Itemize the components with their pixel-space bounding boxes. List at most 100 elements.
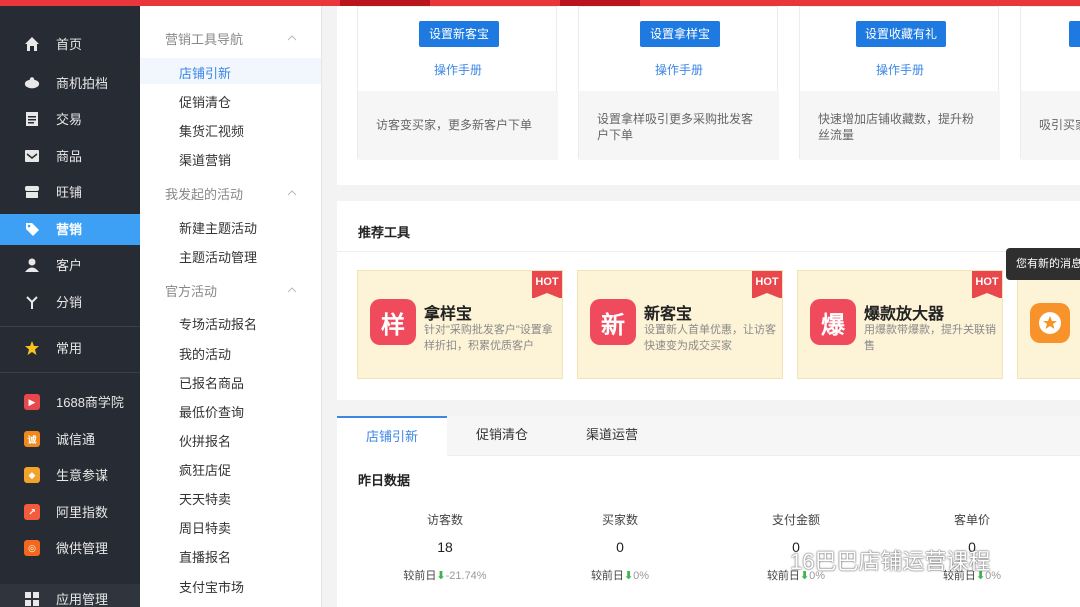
stat-payment: 支付金额 0 较前日⬇0%	[711, 511, 881, 582]
trend-icon: ↗	[24, 504, 40, 520]
submenu-link[interactable]: 支付宝市场	[179, 577, 244, 596]
submenu-link[interactable]: 主题活动管理	[179, 247, 257, 266]
sidebar-item-business-advisor[interactable]: ◆ 生意参谋	[0, 460, 140, 490]
submenu-group-title[interactable]: 营销工具导航	[165, 29, 243, 48]
tool-card: 设置收藏有礼 操作手册 快速增加店铺收藏数，提升粉丝流量	[799, 6, 1000, 160]
sidebar-item-app-management[interactable]: 应用管理	[0, 584, 140, 607]
sidebar-item-label: 旺铺	[56, 185, 83, 200]
sidebar-item-goods[interactable]: 商品	[0, 141, 140, 171]
tool-card: 吸引买家	[1020, 6, 1080, 160]
section-title: 推荐工具	[358, 225, 411, 240]
sidebar-item-label: 1688商学院	[56, 395, 124, 410]
wechat-icon	[761, 549, 789, 570]
baokuan-logo-icon: 爆	[810, 299, 856, 345]
chevron-up-icon[interactable]	[287, 33, 297, 43]
tab-shop-new[interactable]: 店铺引新	[337, 416, 447, 456]
clipboard-icon	[24, 111, 40, 127]
hot-badge: HOT	[752, 271, 782, 299]
card-desc: 用爆款带爆款，提升关联销售	[864, 324, 996, 352]
submenu-link[interactable]: 最低价查询	[179, 402, 244, 421]
sidebar-item-label: 商机拍档	[56, 76, 109, 91]
chevron-up-icon[interactable]	[287, 285, 297, 295]
sidebar-item-favorites[interactable]: 常用	[0, 333, 140, 363]
sidebar-item-trade[interactable]: 交易	[0, 104, 140, 134]
submenu-link[interactable]: 天天特卖	[179, 489, 231, 508]
sidebar-item-marketing[interactable]: 营销	[0, 214, 140, 245]
submenu-link[interactable]: 店铺引新	[179, 63, 231, 82]
tool-desc: 快速增加店铺收藏数，提升粉丝流量	[800, 91, 1000, 160]
submenu-link[interactable]: 周日特卖	[179, 518, 231, 537]
set-xinkebao-button[interactable]: 设置新客宝	[419, 21, 499, 47]
submenu-link[interactable]: 直播报名	[179, 547, 231, 566]
sidebar-item-label: 诚信通	[56, 432, 96, 447]
star-icon	[24, 340, 40, 356]
weigong-icon: ◎	[24, 540, 40, 556]
sidebar-item-label: 分销	[56, 295, 83, 310]
submenu-link[interactable]: 集货汇视频	[179, 121, 244, 140]
sidebar-item-ali-index[interactable]: ↗ 阿里指数	[0, 497, 140, 527]
manual-link[interactable]: 操作手册	[579, 61, 779, 78]
set-nayangbao-button[interactable]: 设置拿样宝	[640, 21, 720, 47]
star-badge-icon	[1030, 303, 1070, 343]
submenu-group-title[interactable]: 我发起的活动	[165, 184, 243, 203]
chevron-up-icon[interactable]	[287, 188, 297, 198]
tool-setup-button[interactable]	[1069, 21, 1080, 47]
tool-card: 设置新客宝 操作手册 访客变买家，更多新客户下单	[357, 6, 558, 160]
academy-icon: ▶	[24, 394, 40, 410]
card-desc: 设置新人首单优惠，让访客快速变为成交买家	[644, 324, 776, 352]
tab-channel[interactable]: 渠道运营	[557, 416, 667, 456]
divider	[337, 251, 1080, 252]
recommend-card[interactable]	[1017, 270, 1080, 379]
tool-card: 设置拿样宝 操作手册 设置拿样吸引更多采购批发客户下单	[578, 6, 779, 160]
tab-clearance[interactable]: 促销清仓	[447, 416, 557, 456]
manual-link[interactable]: 操作手册	[800, 61, 1000, 78]
card-name: 爆款放大器	[864, 306, 945, 323]
card-name: 新客宝	[644, 306, 693, 323]
submenu-link[interactable]: 新建主题活动	[179, 218, 257, 237]
card-name: 拿样宝	[424, 306, 473, 323]
chengxintong-icon: 诚	[24, 431, 40, 447]
sidebar-divider	[0, 326, 140, 327]
submenu-link[interactable]: 已报名商品	[179, 373, 244, 392]
shop-icon	[24, 184, 40, 200]
submenu-group-title[interactable]: 官方活动	[165, 281, 217, 300]
hot-badge: HOT	[972, 271, 1002, 299]
manual-link[interactable]: 操作手册	[358, 61, 558, 78]
recommend-card[interactable]: 新 新客宝 设置新人首单优惠，让访客快速变为成交买家 HOT	[577, 270, 783, 379]
arrow-down-icon: ⬇	[436, 570, 446, 582]
sidebar-item-partner[interactable]: 商机拍档	[0, 68, 140, 98]
sidebar-item-label: 生意参谋	[56, 468, 109, 483]
grid-icon	[24, 591, 40, 607]
tool-desc: 访客变买家，更多新客户下单	[358, 91, 558, 160]
sidebar-item-distribution[interactable]: 分销	[0, 287, 140, 317]
new-message-tooltip[interactable]: 您有新的消息	[1006, 248, 1080, 280]
submenu-link[interactable]: 专场活动报名	[179, 314, 257, 333]
submenu-link[interactable]: 我的活动	[179, 344, 231, 363]
submenu-link[interactable]: 促销清仓	[179, 92, 231, 111]
stat-label: 支付金额	[771, 513, 820, 527]
sidebar-item-customer[interactable]: 客户	[0, 250, 140, 280]
nayangbao-logo-icon: 样	[370, 299, 416, 345]
stat-buyers: 买家数 0 较前日⬇0%	[535, 511, 705, 582]
submenu-link[interactable]: 伙拼报名	[179, 431, 231, 450]
xinkebao-logo-icon: 新	[590, 299, 636, 345]
sidebar-item-chengxintong[interactable]: 诚 诚信通	[0, 424, 140, 454]
set-favorite-gift-button[interactable]: 设置收藏有礼	[856, 21, 946, 47]
stat-label: 买家数	[601, 513, 638, 527]
main-sidebar: 首页 商机拍档 交易 商品 旺铺 营销 客户 分销 常用 ▶ 1688商学院 诚…	[0, 6, 140, 607]
recommend-card[interactable]: 爆 爆款放大器 用爆款带爆款，提升关联销售 HOT	[797, 270, 1003, 379]
home-icon	[24, 36, 40, 52]
sidebar-item-label: 应用管理	[56, 592, 109, 607]
sidebar-item-home[interactable]: 首页	[0, 29, 140, 59]
submenu-link[interactable]: 疯狂店促	[179, 460, 231, 479]
split-icon	[24, 294, 40, 310]
recommend-card[interactable]: 样 拿样宝 针对"采购批发客户"设置拿样折扣，积累优质客户 HOT	[357, 270, 563, 379]
sidebar-item-label: 微供管理	[56, 541, 109, 556]
submenu-link[interactable]: 渠道营销	[179, 150, 231, 169]
sidebar-item-label: 营销	[56, 222, 83, 237]
arrow-down-icon: ⬇	[623, 570, 634, 582]
sidebar-item-shop[interactable]: 旺铺	[0, 177, 140, 207]
stat-compare: 较前日⬇0%	[590, 570, 650, 582]
sidebar-item-weigong[interactable]: ◎ 微供管理	[0, 533, 140, 563]
sidebar-item-academy[interactable]: ▶ 1688商学院	[0, 387, 140, 417]
